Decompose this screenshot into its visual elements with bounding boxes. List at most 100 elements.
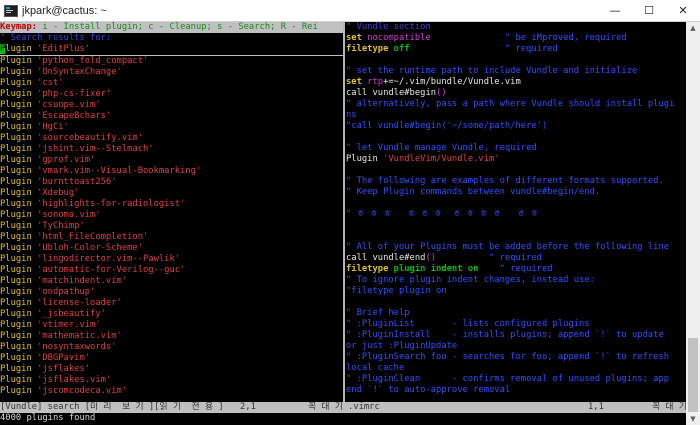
- plugin-keyword: Plugin: [0, 199, 38, 209]
- plugin-name: 'Ubloh-Color-Scheme': [37, 243, 144, 253]
- title-bar[interactable]: jkpark@cactus: ~ — ☐ ✕: [0, 0, 700, 22]
- plugin-row[interactable]: Plugin 'license-loader': [0, 298, 343, 309]
- code-token: "call vundle#begin('~/some/path/here'): [346, 121, 548, 131]
- plugin-row[interactable]: Plugin 'EditPlus': [0, 44, 343, 56]
- plugin-row[interactable]: Plugin 'automatic-for-Verilog--guc': [0, 265, 343, 276]
- code-token: off: [393, 44, 410, 54]
- vimrc-line: [346, 231, 686, 242]
- vimrc-line: or just :PluginUpdate: [346, 341, 686, 352]
- maximize-button[interactable]: ☐: [632, 0, 666, 22]
- close-button[interactable]: ✕: [666, 0, 700, 22]
- code-token: " ㅎ ㅎ ㅎ ㅎ ㅎ ㅎ ㅎ ㅎ ㅎ ㅎ ㅎ ㅎ: [346, 209, 539, 219]
- plugin-row[interactable]: Plugin 'cst': [0, 78, 343, 89]
- window-title: jkpark@cactus: ~: [22, 5, 107, 17]
- scroll-up-arrow-icon[interactable]: ▲: [686, 22, 700, 34]
- plugin-keyword: Plugin: [0, 364, 38, 374]
- plugin-row[interactable]: Plugin 'gprof.vim': [0, 155, 343, 166]
- plugin-row[interactable]: Plugin 'vtimer.vim': [0, 320, 343, 331]
- plugin-row[interactable]: Plugin 'csuope.vim': [0, 100, 343, 111]
- vimrc-header: " Vundle section: [346, 22, 431, 32]
- code-token: " :PluginClean - confirms removal of unu…: [346, 374, 670, 384]
- plugin-keyword: Plugin: [0, 375, 38, 385]
- vimrc-lines: set nocompatible " be iMproved, required…: [346, 33, 686, 396]
- plugin-row[interactable]: Plugin 'HgCi': [0, 122, 343, 133]
- plugin-row[interactable]: Plugin 'php-cs-fixer': [0, 89, 343, 100]
- plugin-row[interactable]: Plugin 'OnSyntaxChange': [0, 67, 343, 78]
- plugin-keyword: Plugin: [0, 243, 38, 253]
- plugin-name: 'burnttoast256': [37, 177, 117, 187]
- plugin-keyword: Plugin: [0, 309, 38, 319]
- plugin-name: 'gprof.vim': [37, 155, 96, 165]
- plugin-row[interactable]: Plugin 'EscapeBchars': [0, 111, 343, 122]
- vertical-scrollbar[interactable]: ▲ ▼: [686, 22, 700, 425]
- code-token: " required: [478, 264, 553, 274]
- vimrc-line: filetype off " required: [346, 44, 686, 55]
- plugin-keyword: Plugin: [0, 122, 38, 132]
- plugin-name: 'highlights-for-radiologist': [37, 199, 186, 209]
- plugin-row[interactable]: Plugin 'Xdebug': [0, 188, 343, 199]
- plugin-row[interactable]: Plugin 'sonoma.vim': [0, 210, 343, 221]
- command-line-message[interactable]: 4000 plugins found: [0, 413, 686, 425]
- plugin-row[interactable]: Plugin 'TyChimp': [0, 221, 343, 232]
- keymap-text: i - Install plugin; c - Cleanup; s - Sea…: [37, 22, 318, 32]
- vim-editor[interactable]: Keymap: i - Install plugin; c - Cleanup;…: [0, 22, 686, 425]
- vimrc-line: filetype plugin indent on " required: [346, 264, 686, 275]
- vimrc-pane[interactable]: " Vundle section set nocompatible " be i…: [346, 22, 686, 402]
- plugin-name: 'cst': [37, 78, 64, 88]
- plugin-row[interactable]: Plugin 'Ubloh-Color-Scheme': [0, 243, 343, 254]
- plugin-row[interactable]: Plugin 'html_FileCompletion': [0, 232, 343, 243]
- plugin-name: 'sourcebeautify.vim': [37, 133, 144, 143]
- minimize-button[interactable]: —: [598, 0, 632, 22]
- vimrc-line: " Brief help: [346, 308, 686, 319]
- plugin-name: 'nosyntaxwords': [37, 342, 117, 352]
- vimrc-line: call vundle#begin(): [346, 88, 686, 99]
- plugin-keyword: Plugin: [0, 287, 38, 297]
- plugin-keyword: Plugin: [0, 111, 38, 121]
- plugin-name: 'jscomcodeca.vim': [37, 386, 128, 396]
- plugin-row[interactable]: Plugin 'DBGPavim': [0, 353, 343, 364]
- plugin-row[interactable]: Plugin 'jsflakes': [0, 364, 343, 375]
- vimrc-line: [346, 132, 686, 143]
- plugin-name: 'vtimer.vim': [37, 320, 101, 330]
- plugin-keyword: Plugin: [0, 298, 38, 308]
- scroll-down-arrow-icon[interactable]: ▼: [686, 413, 700, 425]
- plugin-keyword: Plugin: [0, 353, 38, 363]
- plugin-row[interactable]: Plugin 'vmark.vim--Visual-Bookmarking': [0, 166, 343, 177]
- plugin-keyword: Plugin: [0, 67, 38, 77]
- plugin-row[interactable]: Plugin 'highlights-for-radiologist': [0, 199, 343, 210]
- right-status-name: .vimrc: [348, 402, 380, 412]
- minimize-icon: —: [609, 4, 621, 17]
- plugin-row[interactable]: Plugin 'jscomcodeca.vim': [0, 386, 343, 397]
- plugin-row[interactable]: Plugin 'jsflakes.vim': [0, 375, 343, 386]
- plugin-name: 'mathematic.vim': [37, 331, 122, 341]
- plugin-row[interactable]: Plugin 'burnttoast256': [0, 177, 343, 188]
- vimrc-line: set rtp+=~/.vim/bundle/Vundle.vim: [346, 77, 686, 88]
- vertical-split-divider[interactable]: [343, 22, 345, 402]
- vimrc-line: local cache: [346, 363, 686, 374]
- vimrc-line: [346, 55, 686, 66]
- plugin-keyword: Plugin: [0, 320, 38, 330]
- plugin-row[interactable]: Plugin 'jshint.vim--Stelmach': [0, 144, 343, 155]
- plugin-name: 'jsflakes.vim': [37, 375, 112, 385]
- vimrc-line: [346, 297, 686, 308]
- plugin-row[interactable]: Plugin 'matchindent.vim': [0, 276, 343, 287]
- vundle-search-pane[interactable]: Keymap: i - Install plugin; c - Cleanup;…: [0, 22, 343, 402]
- plugin-row[interactable]: Plugin 'ondpathup': [0, 287, 343, 298]
- plugin-row[interactable]: Plugin 'mathematic.vim': [0, 331, 343, 342]
- plugin-row[interactable]: Plugin '_jsbeautify': [0, 309, 343, 320]
- plugin-name: 'html_FileCompletion': [37, 232, 149, 242]
- plugin-keyword: Plugin: [0, 100, 38, 110]
- plugin-keyword: Plugin: [0, 188, 38, 198]
- terminal-app-icon: [4, 5, 18, 17]
- plugin-row[interactable]: Plugin 'sourcebeautify.vim': [0, 133, 343, 144]
- plugin-row[interactable]: Plugin 'lingodirector.vim--Pawlik': [0, 254, 343, 265]
- scroll-thumb[interactable]: [688, 338, 698, 412]
- code-token: " set the runtime path to include Vundle…: [346, 66, 638, 76]
- plugin-row[interactable]: Plugin 'nosyntaxwords': [0, 342, 343, 353]
- code-token: " The following are examples of differen…: [346, 176, 664, 186]
- plugin-row[interactable]: Plugin 'python_fold_compact': [0, 56, 343, 67]
- code-token: " Brief help: [346, 308, 410, 318]
- plugin-name: 'csuope.vim': [37, 100, 101, 110]
- plugin-name: 'php-cs-fixer': [37, 89, 112, 99]
- plugin-list[interactable]: Plugin 'EditPlus' Plugin 'python_fold_com…: [0, 44, 343, 397]
